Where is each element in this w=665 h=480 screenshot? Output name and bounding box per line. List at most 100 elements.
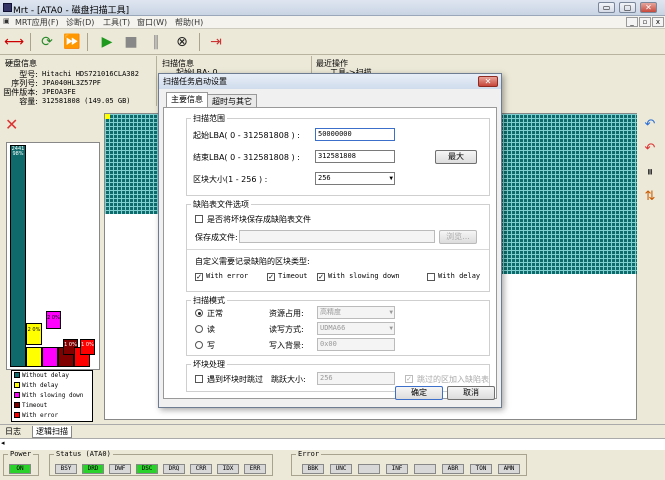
status-group: Status (ATA0) BSY DRD DWF DSC DRQ CRR IDX ERR	[49, 450, 273, 476]
add-defect-checkbox[interactable]: ✓	[405, 375, 413, 383]
dialog-title: 扫描任务启动设置	[163, 77, 227, 86]
indicator-error-4	[414, 464, 436, 474]
dialog-close-icon[interactable]: ✕	[478, 76, 498, 87]
scan-range-group: 扫描范围 起始LBA( 0 - 312581808 ) : 50000000 结…	[186, 113, 490, 196]
indicator-error-1: UNC	[330, 464, 352, 474]
title-bar: Mrt - [ATA0 - 磁盘扫描工具] ▭ ▢ ✕	[0, 0, 665, 16]
mode-write-radio[interactable]	[195, 341, 203, 349]
tab-main-info[interactable]: 主要信息	[166, 92, 208, 107]
save-defect-checkbox[interactable]	[195, 215, 203, 223]
menu-app[interactable]: MRT应用(F)	[15, 17, 59, 28]
tab-logical-scan[interactable]: 逻辑扫描	[32, 426, 72, 438]
mode-read-radio[interactable]	[195, 325, 203, 333]
bg-input[interactable]: 0x00	[317, 338, 395, 351]
add-defect-label: 跳过的区加入缺陷表	[417, 375, 489, 384]
end-lba-input[interactable]: 312581808	[315, 150, 395, 163]
divider	[187, 249, 489, 250]
defect-type-checkbox-3[interactable]	[427, 273, 435, 281]
indicator-error-3: INF	[386, 464, 408, 474]
tab-log[interactable]: 日志	[2, 426, 24, 438]
toolbar-separator	[30, 33, 31, 51]
exit-icon[interactable]: ⇥	[206, 32, 226, 52]
rw-mode-select[interactable]: UDMA66	[317, 322, 395, 335]
bad-block-title: 坏块处理	[191, 359, 227, 370]
clear-icon[interactable]: ✕	[5, 117, 18, 133]
horizontal-scrollbar[interactable]: ◂	[0, 438, 665, 450]
pause-icon[interactable]: ‖	[146, 32, 166, 52]
serial-value: JPA040HL3Z57PF	[42, 79, 102, 87]
bottom-tabs: 日志 逻辑扫描	[0, 424, 665, 438]
legend-item: Without delay	[14, 372, 69, 379]
play-icon[interactable]: ▶	[97, 32, 117, 52]
skip-bad-checkbox[interactable]	[195, 375, 203, 383]
minimize-button[interactable]: ▭	[598, 2, 615, 13]
stop-icon[interactable]: ■	[121, 32, 141, 52]
menu-diagnose[interactable]: 诊断(D)	[66, 17, 94, 28]
save-defect-label: 是否将坏块保存成缺陷表文件	[207, 215, 311, 224]
maximize-button[interactable]: ▢	[619, 2, 636, 13]
cancel-button[interactable]: 取消	[447, 386, 495, 400]
cancel-icon[interactable]: ⊗	[172, 32, 192, 52]
defect-type-label-0: With error	[206, 272, 249, 280]
jump-size-input[interactable]: 256	[317, 372, 395, 385]
app-icon	[3, 3, 12, 12]
disk-info-group: 硬盘信息 型号: Hitachi HDS721016CLA382 序列号: JP…	[2, 59, 152, 107]
status-bar: Power ON Status (ATA0) BSY DRD DWF DSC DRQ CR…	[0, 450, 665, 480]
block-size-label: 区块大小(1 - 256 ) :	[193, 175, 268, 184]
defect-type-checkbox-0[interactable]: ✓	[195, 273, 203, 281]
mode-write-label: 写	[207, 341, 215, 350]
rotate-left-icon[interactable]: ↶	[641, 116, 659, 134]
mode-normal-radio[interactable]	[195, 309, 203, 317]
ok-button[interactable]: 确定	[395, 386, 443, 400]
disk-info-title: 硬盘信息	[5, 59, 37, 68]
menu-window[interactable]: 窗口(W)	[137, 17, 167, 28]
mode-normal-label: 正常	[207, 309, 223, 318]
window-title: Mrt - [ATA0 - 磁盘扫描工具]	[13, 6, 130, 16]
scan-range-title: 扫描范围	[191, 113, 227, 124]
scan-settings-dialog: 扫描任务启动设置 ✕ 主要信息 超时与其它 扫描范围 起始LBA( 0 - 31…	[158, 73, 502, 408]
toolbar-separator	[199, 33, 200, 51]
tab-timeout-other[interactable]: 超时与其它	[207, 94, 257, 107]
undo-icon[interactable]: ↶	[641, 140, 659, 158]
block-label: 1 0%	[81, 342, 94, 348]
browse-button[interactable]: 浏览...	[439, 230, 477, 244]
connect-icon[interactable]: ⟷	[4, 32, 24, 52]
indicator-error-7: AMN	[498, 464, 520, 474]
legend-item: With delay	[14, 382, 58, 389]
sort-icon[interactable]: ⇅	[641, 188, 659, 206]
refresh-icon[interactable]: ⟳	[37, 32, 57, 52]
defect-type-checkbox-2[interactable]: ✓	[317, 273, 325, 281]
block-label: 2 0%	[47, 315, 60, 321]
scroll-left-icon[interactable]: ◂	[1, 439, 5, 447]
indicator-status-6: IDX	[217, 464, 239, 474]
start-lba-input[interactable]: 50000000	[315, 128, 395, 141]
power-title: Power	[8, 450, 34, 458]
mdi-restore-button[interactable]: ▫	[639, 17, 651, 27]
mdi-minimize-button[interactable]: _	[626, 17, 638, 27]
pause-circle-icon[interactable]: ⏸	[641, 164, 659, 182]
defect-type-checkbox-1[interactable]: ✓	[267, 273, 275, 281]
resource-select[interactable]: 高精度	[317, 306, 395, 319]
mdi-close-button[interactable]: x	[652, 17, 664, 27]
error-title: Error	[296, 450, 322, 458]
block-with-delay: 2 0%	[26, 323, 42, 345]
menu-tools[interactable]: 工具(T)	[103, 17, 130, 28]
right-toolbar: ↶ ↶ ⏸ ⇅	[637, 113, 665, 420]
resource-label: 资源占用:	[269, 309, 304, 318]
block-size-select[interactable]: 256	[315, 172, 395, 185]
info-divider	[156, 56, 157, 106]
block-slowing-down: 2 0%	[46, 311, 61, 329]
histogram-frame: 2441 98% 2 0% 2 0% 1 0% 1 0%	[6, 142, 100, 370]
close-button[interactable]: ✕	[640, 2, 657, 13]
bar-label: 2441 98%	[11, 146, 25, 157]
max-button[interactable]: 最大	[435, 150, 477, 164]
save-as-input[interactable]	[239, 230, 435, 243]
legend-item: With error	[14, 412, 58, 419]
menu-help[interactable]: 帮助(H)	[175, 17, 203, 28]
scan-mode-title: 扫描模式	[191, 295, 227, 306]
legend-item: With slowing down	[14, 392, 83, 399]
defect-title: 缺陷表文件选项	[191, 199, 251, 210]
capacity-value: 312581808 (149.05 GB)	[42, 97, 131, 105]
defect-type-label-2: With slowing down	[328, 272, 400, 280]
fast-forward-icon[interactable]: ⏩	[62, 32, 82, 52]
